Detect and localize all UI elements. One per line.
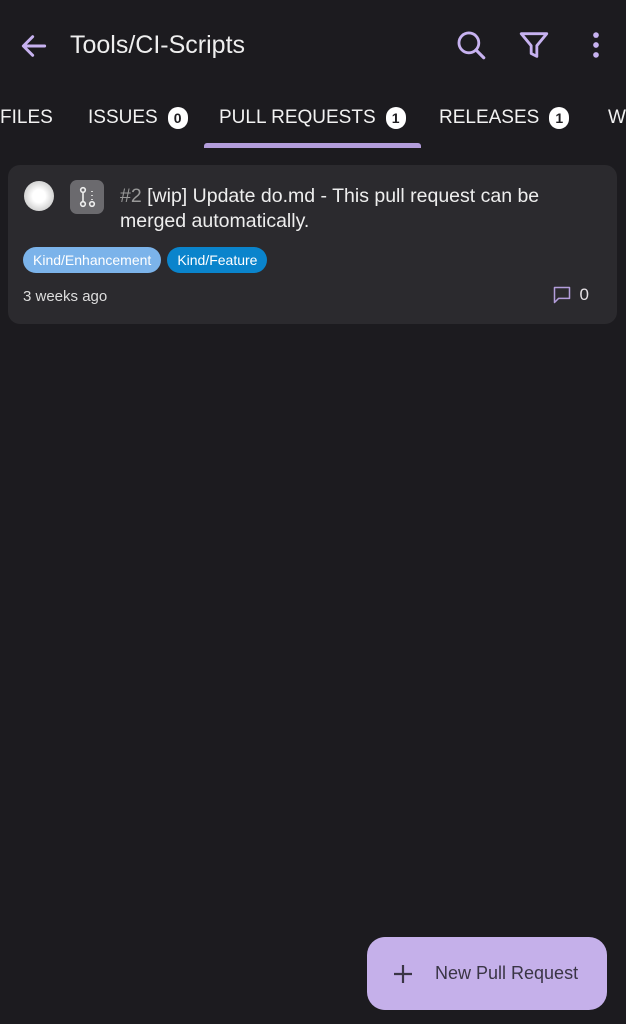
tab-releases[interactable]: RELEASES 1 (439, 107, 570, 129)
tab-files[interactable]: FILES (0, 107, 53, 129)
tab-label: PULL REQUESTS (219, 107, 376, 128)
arrow-left-icon[interactable] (18, 30, 50, 62)
filter-icon[interactable] (517, 28, 551, 62)
fab-label: New Pull Request (435, 963, 579, 983)
labels: Kind/Enhancement Kind/Feature (23, 247, 268, 273)
tab-label: RELEASES (439, 107, 540, 128)
pr-title-text: [wip] Update do.md - This pull request c… (120, 185, 540, 232)
pull-request-icon (70, 180, 104, 214)
search-icon[interactable] (454, 28, 488, 62)
more-vert-icon[interactable] (579, 28, 613, 62)
tab-wiki[interactable]: W (608, 107, 626, 129)
label-chip: Kind/Feature (167, 247, 268, 273)
pull-request-card[interactable]: #2 [wip] Update do.md - This pull reques… (8, 165, 617, 324)
app-bar: Tools/CI-Scripts (0, 0, 626, 90)
count-badge: 1 (385, 107, 406, 129)
comment-count-value: 0 (579, 285, 589, 304)
plus-icon (394, 964, 412, 983)
count-badge: 0 (167, 107, 188, 129)
tab-pull-requests[interactable]: PULL REQUESTS 1 (219, 107, 406, 129)
comment-icon (553, 286, 570, 304)
count-badge: 1 (549, 107, 570, 129)
timestamp: 3 weeks ago (23, 288, 108, 305)
page-title: Tools/CI-Scripts (70, 31, 246, 59)
tab-label: W (608, 107, 626, 128)
tab-label: FILES (0, 107, 53, 128)
new-pull-request-button[interactable]: New Pull Request (367, 937, 607, 1010)
tab-issues[interactable]: ISSUES 0 (88, 107, 188, 129)
tab-label: ISSUES (88, 107, 158, 128)
pull-request-title[interactable]: #2 [wip] Update do.md - This pull reques… (120, 184, 600, 234)
comment-count: 0 (552, 285, 589, 305)
active-tab-indicator (204, 143, 421, 148)
avatar[interactable] (24, 181, 54, 211)
pr-number: #2 (120, 185, 142, 207)
label-chip: Kind/Enhancement (23, 247, 162, 273)
